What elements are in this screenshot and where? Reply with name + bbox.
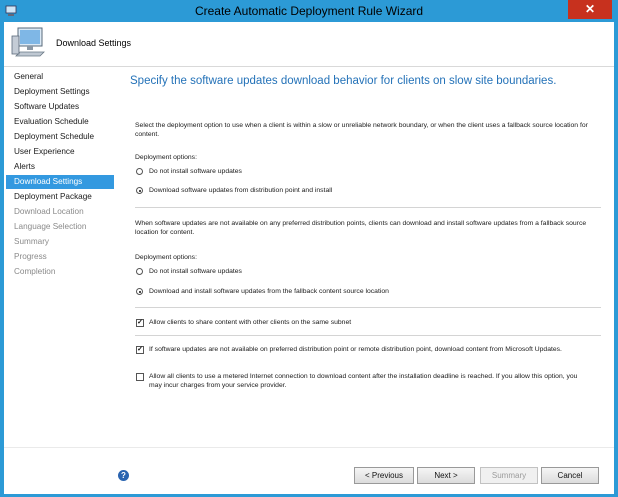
checkbox-label: Allow all clients to use a metered Inter… [149,373,578,389]
wizard-window: Create Automatic Deployment Rule Wizard … [0,0,618,497]
nav-item-user-experience[interactable]: User Experience [6,145,114,159]
nav-item-software-updates[interactable]: Software Updates [6,100,114,114]
radio-option-do-not-install-1[interactable]: Do not install software updates [136,168,242,175]
nav-item-download-location: Download Location [14,207,84,216]
checkbox-metered-connection[interactable]: Allow all clients to use a metered Inter… [136,373,591,390]
help-icon[interactable]: ? [118,470,129,481]
close-button[interactable]: ✕ [568,0,612,19]
nav-item-download-settings[interactable]: Download Settings [6,175,114,189]
intro-text: Select the deployment option to use when… [135,122,588,138]
radio-button[interactable] [136,168,143,175]
header-title: Download Settings [56,38,132,48]
deployment-options-label-1: Deployment options: [135,154,197,161]
nav-item-deployment-settings[interactable]: Deployment Settings [6,85,114,99]
wizard-page: Specify the software updates download be… [116,67,614,447]
checkbox-microsoft-updates[interactable]: ✓ If software updates are not available … [136,346,606,354]
nav-item-deployment-package[interactable]: Deployment Package [6,190,114,204]
cancel-button[interactable]: Cancel [541,467,599,484]
computer-icon [10,26,46,60]
radio-button-selected[interactable] [136,187,143,194]
radio-option-do-not-install-2[interactable]: Do not install software updates [136,268,242,275]
next-button[interactable]: Next > [417,467,475,484]
radio-button-selected[interactable] [136,288,143,295]
wizard-header: Download Settings [4,22,614,67]
fallback-text: When software updates are not available … [135,220,587,236]
radio-label: Do not install software updates [149,168,242,175]
title-bar[interactable]: Create Automatic Deployment Rule Wizard … [0,0,618,22]
radio-label: Do not install software updates [149,268,242,275]
radio-label: Download and install software updates fr… [149,288,389,295]
nav-item-language-selection: Language Selection [14,222,87,231]
page-heading: Specify the software updates download be… [130,75,557,87]
previous-button[interactable]: < Previous [354,467,414,484]
deployment-options-label-2: Deployment options: [135,254,197,261]
window-title: Create Automatic Deployment Rule Wizard [194,4,424,18]
wizard-client-area: Download Settings General Deployment Set… [4,22,614,494]
checkbox-share-subnet[interactable]: ✓ Allow clients to share content with ot… [136,319,351,327]
nav-item-evaluation-schedule[interactable]: Evaluation Schedule [6,115,114,129]
section-divider [135,207,601,208]
section-divider [135,307,601,308]
checkbox-label: Allow clients to share content with othe… [149,319,352,326]
radio-option-fallback-source[interactable]: Download and install software updates fr… [136,288,389,295]
checkbox-checked[interactable]: ✓ [136,319,144,327]
nav-item-alerts[interactable]: Alerts [6,160,114,174]
checkbox-label: If software updates are not available on… [149,346,562,353]
nav-item-general[interactable]: General [6,70,114,84]
summary-button: Summary [480,467,538,484]
wizard-footer: ? < Previous Next > Summary Cancel [4,447,614,494]
nav-item-completion: Completion [14,267,56,276]
nav-item-deployment-schedule[interactable]: Deployment Schedule [6,130,114,144]
wizard-nav: General Deployment Settings Software Upd… [4,67,117,447]
radio-option-download-from-dp[interactable]: Download software updates from distribut… [136,187,332,194]
radio-label: Download software updates from distribut… [149,187,333,194]
nav-item-progress: Progress [14,252,47,261]
section-divider [135,335,601,336]
radio-button[interactable] [136,268,143,275]
checkbox-unchecked[interactable] [136,373,144,381]
nav-item-summary: Summary [14,237,50,246]
checkbox-checked[interactable]: ✓ [136,346,144,354]
